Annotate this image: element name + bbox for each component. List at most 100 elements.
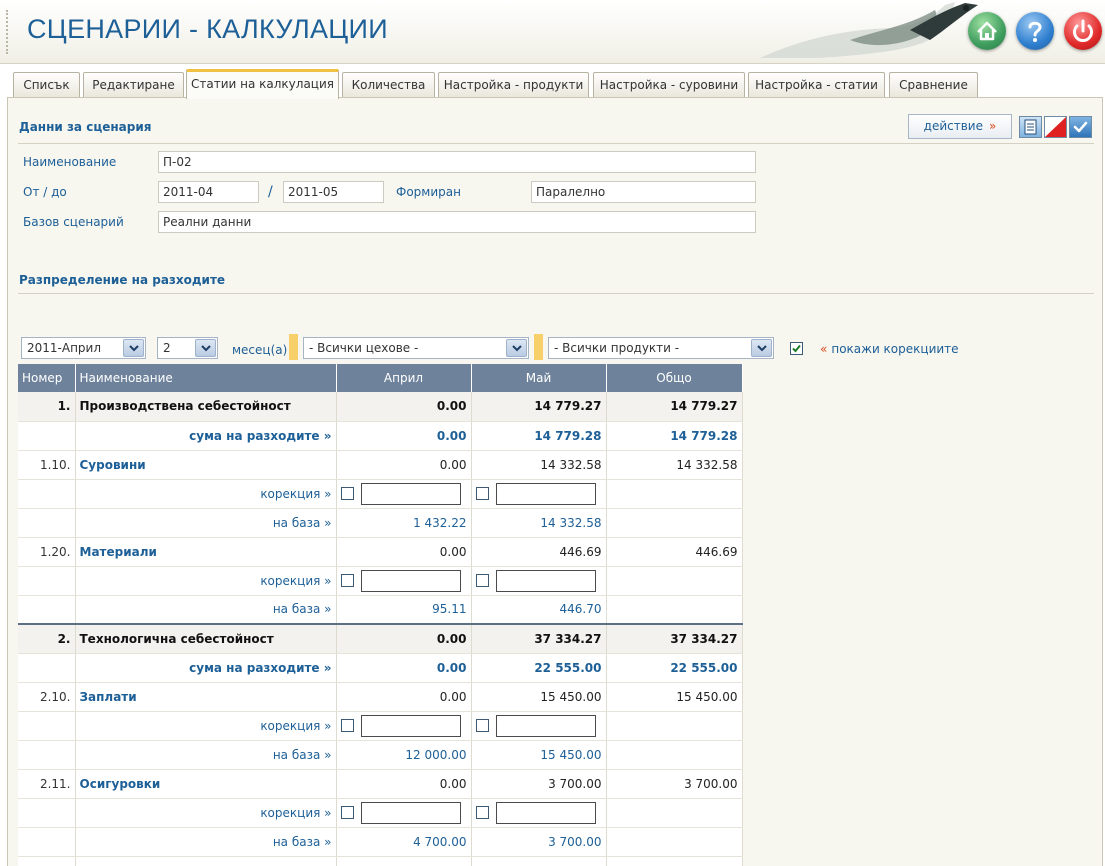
table-row: 2.10. Заплати 0.00 15 450.00 15 450.00: [18, 682, 743, 712]
cell-april: [336, 479, 472, 509]
cell-total: 15 450.00: [606, 682, 743, 712]
month-select-dropdown[interactable]: [123, 339, 144, 357]
cell-april: 0.00: [336, 653, 472, 683]
col-header-total[interactable]: Общо: [606, 364, 743, 392]
base-link[interactable]: на база »: [75, 740, 337, 770]
yellow-separator: [534, 334, 543, 360]
sum-expenses-link[interactable]: сума на разходите »: [75, 421, 337, 451]
correction-link[interactable]: корекция »: [75, 566, 337, 596]
content-panel: Данни за сценария действие » Наименование…: [7, 97, 1103, 866]
correction-input[interactable]: [360, 482, 461, 505]
distribution-section-title: Разпределение на разходите: [19, 273, 226, 287]
base-link[interactable]: на база »: [75, 508, 337, 538]
show-corrections-checkbox[interactable]: [790, 342, 803, 355]
correction-input[interactable]: [495, 714, 596, 737]
item-link[interactable]: Заплати: [75, 682, 337, 712]
row-number: 1.20.: [18, 537, 76, 567]
correction-link[interactable]: корекция »: [75, 798, 337, 828]
formed-label: Формиран: [396, 185, 461, 199]
help-button[interactable]: [1016, 12, 1054, 50]
item-link[interactable]: Суровини: [75, 450, 337, 480]
base-link[interactable]: на база »: [75, 595, 337, 625]
correction-checkbox[interactable]: [340, 719, 354, 732]
correction-checkbox[interactable]: [475, 719, 489, 732]
period-to-field[interactable]: 2011-05: [283, 181, 384, 203]
action-button[interactable]: действие »: [908, 114, 1012, 139]
row-number: [18, 566, 76, 596]
correction-input[interactable]: [360, 714, 461, 737]
cell-total: [606, 798, 743, 828]
workshops-dropdown[interactable]: [506, 339, 527, 357]
chevron-down-icon: [201, 345, 211, 352]
month-count-select[interactable]: 2: [157, 337, 218, 359]
correction-link[interactable]: корекция »: [75, 711, 337, 741]
clear-button[interactable]: [1044, 116, 1067, 138]
item-link[interactable]: Материали: [75, 537, 337, 567]
row-number: [18, 827, 76, 857]
period-from-field[interactable]: 2011-04: [158, 181, 259, 203]
table-row: 1.10. Суровини 0.00 14 332.58 14 332.58: [18, 450, 743, 480]
cell-total: [606, 479, 743, 509]
table-row: [18, 856, 743, 866]
correction-checkbox[interactable]: [475, 806, 489, 819]
sum-expenses-link[interactable]: сума на разходите »: [75, 653, 337, 683]
tab-products-settings[interactable]: Настройка - продукти: [438, 72, 589, 98]
products-dropdown[interactable]: [751, 339, 772, 357]
section-divider: [18, 143, 1094, 144]
tab-items-settings[interactable]: Настройка - статии: [748, 72, 885, 98]
correction-input[interactable]: [360, 569, 461, 592]
col-header-number[interactable]: Номер: [18, 364, 76, 392]
col-header-name[interactable]: Наименование: [75, 364, 337, 392]
month-count-value: 2: [163, 341, 171, 355]
cell-may: [471, 479, 607, 509]
products-select[interactable]: - Всички продукти -: [548, 337, 774, 359]
tab-comparison[interactable]: Сравнение: [889, 72, 978, 98]
correction-link[interactable]: корекция »: [75, 479, 337, 509]
cell-total: 14 779.28: [606, 421, 743, 451]
show-corrections-link[interactable]: «покажи корекциите: [820, 342, 959, 356]
col-header-april[interactable]: Април: [336, 364, 472, 392]
page-title: СЦЕНАРИИ - КАЛКУЛАЦИИ: [27, 14, 388, 44]
table-row: на база » 12 000.00 15 450.00: [18, 740, 743, 770]
table-row: 1.20. Материали 0.00 446.69 446.69: [18, 537, 743, 567]
base-link[interactable]: на база »: [75, 827, 337, 857]
correction-checkbox[interactable]: [340, 487, 354, 500]
correction-input[interactable]: [495, 482, 596, 505]
month-count-dropdown[interactable]: [195, 339, 216, 357]
item-link[interactable]: Осигуровки: [75, 769, 337, 799]
tab-list[interactable]: Списък: [13, 72, 80, 98]
name-field[interactable]: П-02: [158, 151, 756, 173]
cell-total: 22 555.00: [606, 653, 743, 683]
tab-calculation-items[interactable]: Статии на калкулация: [186, 69, 339, 99]
print-button[interactable]: [1019, 116, 1042, 138]
cell-april: 0.00: [336, 450, 472, 480]
print-icon: [1024, 119, 1037, 135]
cell-may: 15 450.00: [471, 682, 607, 712]
cell-total: 14 332.58: [606, 450, 743, 480]
distribution-divider: [18, 293, 1094, 294]
row-name: [75, 856, 337, 866]
cell-may: 22 555.00: [471, 653, 607, 683]
month-select[interactable]: 2011-Април: [21, 337, 146, 359]
table-row: сума на разходите » 0.00 22 555.00 22 55…: [18, 653, 743, 683]
workshops-select[interactable]: - Всички цехове -: [303, 337, 529, 359]
power-button[interactable]: [1064, 12, 1102, 50]
tab-quantities[interactable]: Количества: [342, 72, 435, 98]
formed-field[interactable]: Паралелно: [531, 181, 756, 203]
tab-edit[interactable]: Редактиране: [83, 72, 184, 98]
cell-may: 37 334.27: [471, 623, 607, 654]
tab-raw-materials-settings[interactable]: Настройка - суровини: [593, 72, 745, 98]
col-header-may[interactable]: Май: [471, 364, 607, 392]
correction-input[interactable]: [495, 569, 596, 592]
correction-checkbox[interactable]: [475, 574, 489, 587]
correction-input[interactable]: [495, 801, 596, 824]
confirm-button[interactable]: [1069, 116, 1092, 138]
correction-checkbox[interactable]: [340, 806, 354, 819]
table-row: на база » 95.11 446.70: [18, 595, 743, 625]
correction-input[interactable]: [360, 801, 461, 824]
base-scenario-field[interactable]: Реални данни: [158, 211, 756, 233]
correction-checkbox[interactable]: [475, 487, 489, 500]
home-button[interactable]: [968, 12, 1006, 50]
show-corrections-quote: «: [820, 342, 828, 356]
correction-checkbox[interactable]: [340, 574, 354, 587]
